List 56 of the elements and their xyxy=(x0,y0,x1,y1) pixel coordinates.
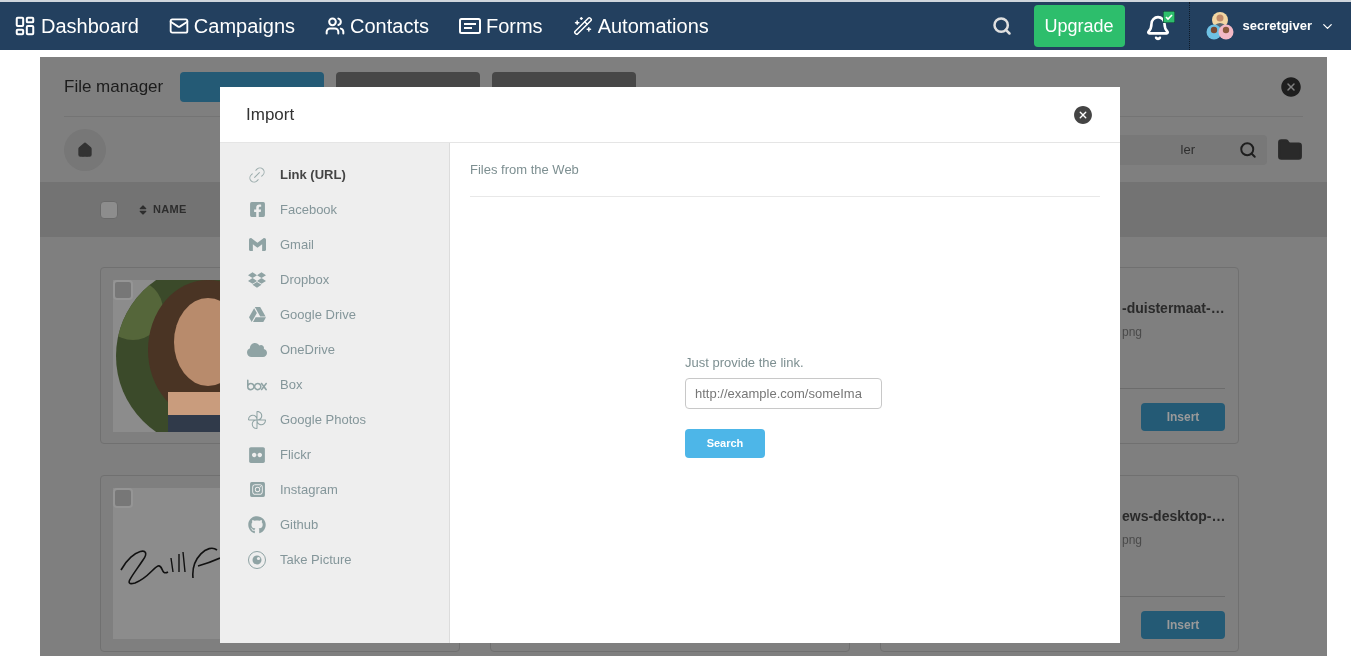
new-folder-icon[interactable] xyxy=(1277,136,1303,163)
upgrade-button[interactable]: Upgrade xyxy=(1033,5,1125,47)
target-icon xyxy=(247,549,267,570)
column-header[interactable]: NAME xyxy=(153,201,187,218)
source-item[interactable]: Instagram xyxy=(246,472,449,507)
nav-link[interactable]: Contacts xyxy=(325,11,429,41)
source-item[interactable]: Gmail xyxy=(246,227,449,262)
nav-link[interactable]: Dashboard xyxy=(14,11,139,41)
nav-link[interactable]: Forms xyxy=(458,11,543,41)
triangle-icon xyxy=(248,306,266,323)
source-item[interactable]: Google Photos xyxy=(246,402,449,437)
grid-icon xyxy=(14,15,36,37)
source-item[interactable]: Dropbox xyxy=(246,262,449,297)
panel-title: File manager xyxy=(64,75,164,98)
field-label: Just provide the link. xyxy=(685,354,804,372)
cat-silhouette-icon xyxy=(248,515,266,534)
source-item[interactable]: Flickr xyxy=(246,437,449,472)
square-f-icon xyxy=(248,201,266,218)
source-item[interactable]: Github xyxy=(246,507,449,542)
section-title: Files from the Web xyxy=(470,160,579,179)
user-menu[interactable]: secretgiver xyxy=(1204,11,1335,41)
insert-button[interactable]: Insert xyxy=(1141,611,1225,639)
search-icon[interactable] xyxy=(1239,140,1257,159)
m-envelope-icon xyxy=(248,236,266,253)
nav-link[interactable]: Campaigns xyxy=(168,11,295,41)
file-name: -duistermaat-… xyxy=(1122,299,1225,318)
link-input-field[interactable]: http://example.com/someIma xyxy=(685,377,882,409)
two-dots-icon xyxy=(248,445,266,464)
avatar-group-icon xyxy=(1204,11,1235,41)
file-name: ews-desktop-… xyxy=(1122,507,1225,526)
envelope-icon xyxy=(168,16,189,36)
source-item[interactable]: Link (URL) xyxy=(246,157,449,192)
insert-button[interactable]: Insert xyxy=(1141,403,1225,431)
notification-bell-icon[interactable] xyxy=(1144,11,1175,41)
close-icon[interactable] xyxy=(1072,103,1094,126)
file-checkbox[interactable] xyxy=(113,280,133,300)
form-icon xyxy=(458,17,481,35)
close-icon[interactable] xyxy=(1279,74,1303,99)
pinwheel-icon xyxy=(248,410,266,429)
source-item[interactable]: Facebook xyxy=(246,192,449,227)
search-button[interactable]: Search xyxy=(685,428,765,458)
magic-wand-icon xyxy=(572,16,593,36)
file-checkbox[interactable] xyxy=(113,488,133,508)
select-all-checkbox[interactable] xyxy=(100,200,118,219)
source-item[interactable]: Google Drive xyxy=(246,297,449,332)
nav-link[interactable]: Automations xyxy=(572,11,709,41)
sort-icon[interactable] xyxy=(137,203,149,216)
source-item[interactable]: OneDrive xyxy=(246,332,449,367)
search-icon[interactable] xyxy=(991,16,1012,36)
people-icon xyxy=(325,16,345,36)
home-icon xyxy=(77,141,93,158)
dialog-title: Import xyxy=(246,103,295,126)
source-item[interactable]: Take Picture xyxy=(246,542,449,577)
home-button[interactable] xyxy=(64,128,106,171)
open-box-icon xyxy=(248,270,266,289)
source-item[interactable]: Box xyxy=(246,367,449,402)
